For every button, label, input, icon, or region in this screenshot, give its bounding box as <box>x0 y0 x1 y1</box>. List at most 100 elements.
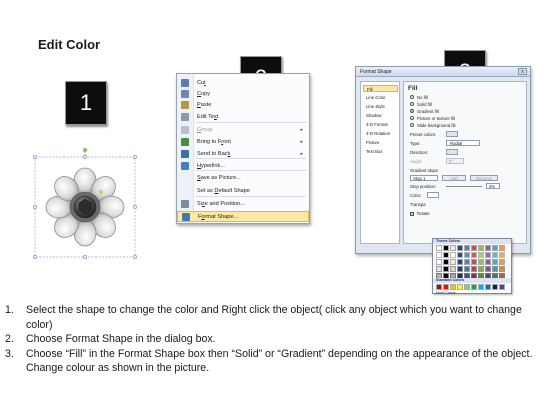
preset-colors-dropdown[interactable] <box>446 131 458 137</box>
stop-position-input[interactable]: 0% <box>486 183 500 189</box>
type-dropdown[interactable]: Radial <box>446 140 480 146</box>
color-swatch[interactable] <box>450 259 456 265</box>
color-swatch[interactable] <box>464 252 470 258</box>
color-swatch[interactable] <box>450 245 456 251</box>
menu-item[interactable]: Set as Default Shape <box>177 185 309 196</box>
stop-dropdown[interactable]: Stop 1 <box>410 175 438 181</box>
color-swatch[interactable] <box>478 245 484 251</box>
close-button[interactable]: x <box>518 68 527 75</box>
color-swatch[interactable] <box>443 252 449 258</box>
standard-color-grid[interactable] <box>436 284 505 290</box>
option-no-fill[interactable]: No fill <box>410 94 428 100</box>
color-swatch[interactable] <box>471 284 477 290</box>
menu-item[interactable]: Cut <box>177 77 309 88</box>
angle-input[interactable]: 0° <box>446 158 464 164</box>
color-swatch[interactable] <box>471 266 477 272</box>
color-swatch[interactable] <box>464 266 470 272</box>
menu-item-label: Size and Position... <box>197 200 245 207</box>
color-swatch[interactable] <box>492 245 498 251</box>
color-swatch[interactable] <box>457 259 463 265</box>
context-menu[interactable]: Cut Copy Paste Edit Text Group ▸ Bring to Fron… <box>176 73 310 224</box>
add-stop-button[interactable]: Add <box>442 175 466 181</box>
bring-front-icon <box>181 137 189 146</box>
direction-dropdown[interactable] <box>446 149 458 155</box>
color-swatch[interactable] <box>478 284 484 290</box>
option-picture-fill[interactable]: Picture or texture fill <box>410 115 455 121</box>
color-swatch[interactable] <box>471 259 477 265</box>
instructions-list: 1. Select the shape to change the color a… <box>5 303 545 376</box>
menu-item[interactable]: Format Shape... <box>177 211 309 222</box>
menu-item[interactable]: Paste <box>177 99 309 110</box>
color-swatch[interactable] <box>436 252 442 258</box>
color-swatch[interactable] <box>443 284 449 290</box>
option-slide-background-fill[interactable]: Slide background fill <box>410 122 455 128</box>
color-swatch[interactable] <box>485 259 491 265</box>
color-swatch[interactable] <box>436 284 442 290</box>
menu-item[interactable]: Bring to Front ▸ <box>177 136 309 147</box>
color-swatch[interactable] <box>499 259 505 265</box>
more-colors-link[interactable]: More Colors... <box>436 291 459 295</box>
color-swatch[interactable] <box>471 245 477 251</box>
nav-item-line-color[interactable]: Line Color <box>363 94 398 101</box>
menu-item-label: Cut <box>197 79 206 86</box>
nav-item-line-style[interactable]: Line Style <box>363 103 398 110</box>
color-swatch[interactable] <box>436 245 442 251</box>
menu-item[interactable]: Save as Picture... <box>177 172 309 183</box>
dialog-nav-list[interactable]: Fill Line Color Line Style Shadow 3-D Fo… <box>360 81 400 244</box>
instruction-item: 3. Choose “Fill” in the Format Shape box … <box>5 347 533 375</box>
color-swatch[interactable] <box>450 284 456 290</box>
nav-item-shadow[interactable]: Shadow <box>363 112 398 119</box>
color-swatch[interactable] <box>478 259 484 265</box>
color-swatch[interactable] <box>450 266 456 272</box>
nav-item-picture[interactable]: Picture <box>363 139 398 146</box>
menu-item[interactable]: Group ▸ <box>177 124 309 135</box>
color-swatch[interactable] <box>450 252 456 258</box>
color-swatch[interactable] <box>485 266 491 272</box>
option-solid-fill[interactable]: Solid fill <box>410 101 432 107</box>
color-swatch[interactable] <box>492 259 498 265</box>
color-swatch[interactable] <box>464 259 470 265</box>
menu-item[interactable]: Size and Position... <box>177 198 309 209</box>
color-swatch[interactable] <box>436 259 442 265</box>
color-swatch[interactable] <box>492 284 498 290</box>
color-dropdown[interactable] <box>427 192 439 198</box>
color-swatch[interactable] <box>492 266 498 272</box>
menu-item[interactable]: Edit Text <box>177 111 309 122</box>
color-swatch[interactable] <box>492 252 498 258</box>
color-palette-popup[interactable]: Theme Colors Standard Colors More Colors… <box>432 238 512 295</box>
color-swatch[interactable] <box>443 259 449 265</box>
color-swatch[interactable] <box>478 266 484 272</box>
color-swatch[interactable] <box>499 284 505 290</box>
color-swatch[interactable] <box>443 245 449 251</box>
stop-position-slider[interactable] <box>446 186 482 187</box>
nav-item-fill[interactable]: Fill <box>363 85 398 92</box>
rotate-checkbox[interactable] <box>410 211 414 217</box>
color-swatch[interactable] <box>471 252 477 258</box>
color-swatch[interactable] <box>457 266 463 272</box>
menu-separator <box>196 170 306 171</box>
color-swatch[interactable] <box>464 245 470 251</box>
color-swatch[interactable] <box>457 284 463 290</box>
color-swatch[interactable] <box>478 252 484 258</box>
color-swatch[interactable] <box>443 266 449 272</box>
color-swatch[interactable] <box>464 284 470 290</box>
selected-flower-shape[interactable] <box>32 147 140 269</box>
radio-icon <box>410 123 414 127</box>
color-swatch[interactable] <box>436 266 442 272</box>
color-swatch[interactable] <box>457 252 463 258</box>
color-swatch[interactable] <box>485 252 491 258</box>
format-shape-dialog[interactable]: Format Shape x Fill Line Color Line Styl… <box>355 66 531 254</box>
theme-color-grid[interactable] <box>436 245 505 279</box>
color-swatch[interactable] <box>457 245 463 251</box>
nav-item-text-box[interactable]: Text Box <box>363 148 398 155</box>
color-swatch[interactable] <box>485 284 491 290</box>
nav-item-3d-format[interactable]: 3-D Format <box>363 121 398 128</box>
remove-stop-button[interactable]: Remove <box>470 175 498 181</box>
option-gradient-fill[interactable]: Gradient fill <box>410 108 439 114</box>
color-swatch[interactable] <box>499 245 505 251</box>
color-swatch[interactable] <box>499 252 505 258</box>
color-swatch[interactable] <box>485 245 491 251</box>
menu-item[interactable]: Copy <box>177 88 309 99</box>
nav-item-3d-rotation[interactable]: 3-D Rotation <box>363 130 398 137</box>
color-swatch[interactable] <box>499 266 505 272</box>
